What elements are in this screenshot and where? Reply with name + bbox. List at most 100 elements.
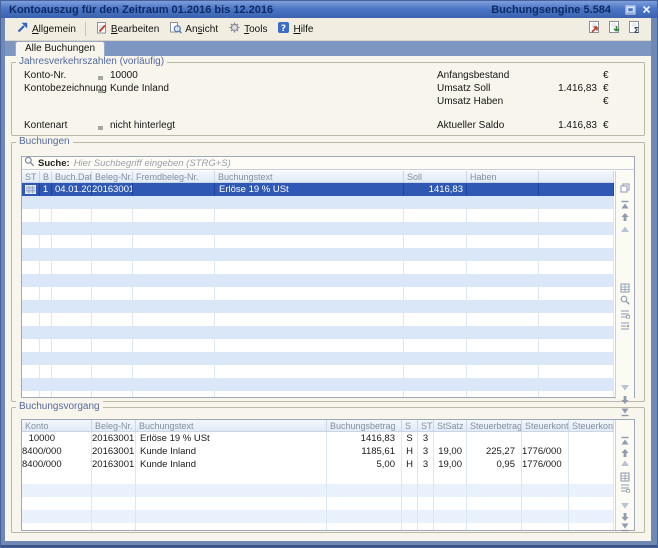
list-settings-button[interactable] <box>620 309 631 320</box>
table-row[interactable]: 104.01.201620163001Erlöse 19 % USt1416,8… <box>22 183 614 196</box>
cell: Kunde Inland <box>136 458 327 471</box>
column-header-st[interactable]: ST <box>22 171 40 182</box>
column-header-soll[interactable]: Soll <box>404 171 467 182</box>
scroll-top-button[interactable] <box>620 436 631 447</box>
column-header-steuerkonto-2[interactable]: Steuerkonto 2 <box>569 420 614 431</box>
menu-hilfe[interactable]: ?Hilfe <box>272 19 318 39</box>
grid-cell-icon <box>25 185 36 196</box>
copy-layers-button[interactable] <box>620 183 631 194</box>
empty-row[interactable] <box>22 261 614 274</box>
column-header-stsatz[interactable]: StSatz <box>434 420 467 431</box>
list-settings-button[interactable] <box>620 483 631 494</box>
column-header-buchungstext[interactable]: Buchungstext <box>215 171 404 182</box>
cell <box>404 196 467 209</box>
zoom-button[interactable] <box>620 295 631 306</box>
cell <box>22 471 92 484</box>
column-header-s[interactable]: S <box>402 420 418 431</box>
empty-row[interactable] <box>22 339 614 352</box>
empty-row[interactable] <box>22 196 614 209</box>
cell <box>215 287 404 300</box>
menu-tools[interactable]: Tools <box>223 19 272 39</box>
column-header-beleg-nr-[interactable]: Beleg-Nr. <box>92 171 133 182</box>
scroll-up-button[interactable] <box>620 212 631 223</box>
doc-green-arrow-button[interactable] <box>608 20 621 39</box>
cell <box>136 523 327 530</box>
table-row[interactable]: 8400/00020163001Kunde Inland1185,61H319,… <box>22 445 614 458</box>
empty-row[interactable] <box>22 313 614 326</box>
empty-row[interactable] <box>22 274 614 287</box>
grid-view-button[interactable] <box>620 283 631 294</box>
tab-alle-buchungen[interactable]: Alle Buchungen <box>15 41 105 56</box>
empty-row[interactable] <box>22 365 614 378</box>
empty-row[interactable] <box>22 235 614 248</box>
empty-row[interactable] <box>22 471 614 484</box>
menu-bar: Allgemein Bearbeiten Ansicht Tools?Hilfe Σ <box>5 18 651 41</box>
column-header-buch-dat-[interactable]: Buch.Dat. <box>52 171 92 182</box>
scroll-top-button[interactable] <box>620 200 631 211</box>
column-header-b[interactable]: B <box>40 171 52 182</box>
column-header-blank[interactable] <box>539 171 614 182</box>
list-settings-alt-button[interactable] <box>620 321 631 332</box>
column-header-st[interactable]: ST <box>418 420 434 431</box>
empty-row[interactable] <box>22 300 614 313</box>
restore-button[interactable] <box>624 4 637 16</box>
cell <box>327 471 402 484</box>
column-header-konto[interactable]: Konto <box>22 420 92 431</box>
doc-red-arrow-button[interactable] <box>588 20 601 39</box>
list-settings-icon <box>620 483 631 493</box>
svg-text:?: ? <box>281 24 286 34</box>
cell <box>404 261 467 274</box>
cell <box>133 326 215 339</box>
grid-view-icon <box>620 472 631 482</box>
doc-sum-button[interactable]: Σ <box>628 20 641 39</box>
scroll-down-button[interactable] <box>620 395 631 406</box>
list-settings-icon <box>620 309 631 319</box>
menu-label: Ansicht <box>185 24 218 35</box>
scroll-bottom-button[interactable] <box>620 522 631 533</box>
field-anfangsbestand: Anfangsbestand€ <box>437 70 627 81</box>
scroll-down-alt-button[interactable] <box>620 501 631 512</box>
empty-row[interactable] <box>22 391 614 397</box>
empty-row[interactable] <box>22 523 614 530</box>
cell <box>40 209 52 222</box>
empty-row[interactable] <box>22 484 614 497</box>
search-input[interactable] <box>74 158 632 169</box>
buchungsvorgang-table: KontoBeleg-Nr.BuchungstextBuchungsbetrag… <box>21 419 635 531</box>
empty-row[interactable] <box>22 378 614 391</box>
table-header-row: KontoBeleg-Nr.BuchungstextBuchungsbetrag… <box>22 420 614 432</box>
cell <box>522 497 569 510</box>
column-header-fremdbeleg-nr-[interactable]: Fremdbeleg-Nr. <box>133 171 215 182</box>
table-row[interactable]: 1000020163001Erlöse 19 % USt1416,83S3 <box>22 432 614 445</box>
column-header-steuerbetrag[interactable]: Steuerbetrag <box>467 420 522 431</box>
column-header-beleg-nr-[interactable]: Beleg-Nr. <box>92 420 136 431</box>
cell <box>40 326 52 339</box>
scroll-up-icon <box>620 448 631 458</box>
cell <box>418 471 434 484</box>
cell <box>467 326 539 339</box>
empty-row[interactable] <box>22 352 614 365</box>
column-header-haben[interactable]: Haben <box>467 171 539 182</box>
empty-row[interactable] <box>22 287 614 300</box>
empty-row[interactable] <box>22 222 614 235</box>
empty-row[interactable] <box>22 497 614 510</box>
cell: 19,00 <box>434 445 467 458</box>
grid-view-button[interactable] <box>620 472 631 483</box>
menu-ansicht[interactable]: Ansicht <box>164 19 223 39</box>
scroll-up-alt-button[interactable] <box>620 224 631 235</box>
scroll-up-alt-button[interactable] <box>620 458 631 469</box>
menu-allgemein[interactable]: Allgemein <box>11 19 81 39</box>
empty-row[interactable] <box>22 248 614 261</box>
menu-bearbeiten[interactable]: Bearbeiten <box>90 19 164 39</box>
empty-row[interactable] <box>22 209 614 222</box>
column-header-buchungsbetrag[interactable]: Buchungsbetrag <box>327 420 402 431</box>
title-bar[interactable]: Kontoauszug für den Zeitraum 01.2016 bis… <box>1 1 657 18</box>
empty-row[interactable] <box>22 326 614 339</box>
cell <box>404 391 467 397</box>
table-row[interactable]: 8400/00020163001Kunde Inland5,00H319,000… <box>22 458 614 471</box>
empty-row[interactable] <box>22 510 614 523</box>
column-header-buchungstext[interactable]: Buchungstext <box>136 420 327 431</box>
column-header-steuerkonto-1[interactable]: Steuerkonto 1 <box>522 420 569 431</box>
cell <box>22 378 40 391</box>
close-button[interactable] <box>640 4 653 16</box>
scroll-down-alt-button[interactable] <box>620 383 631 394</box>
